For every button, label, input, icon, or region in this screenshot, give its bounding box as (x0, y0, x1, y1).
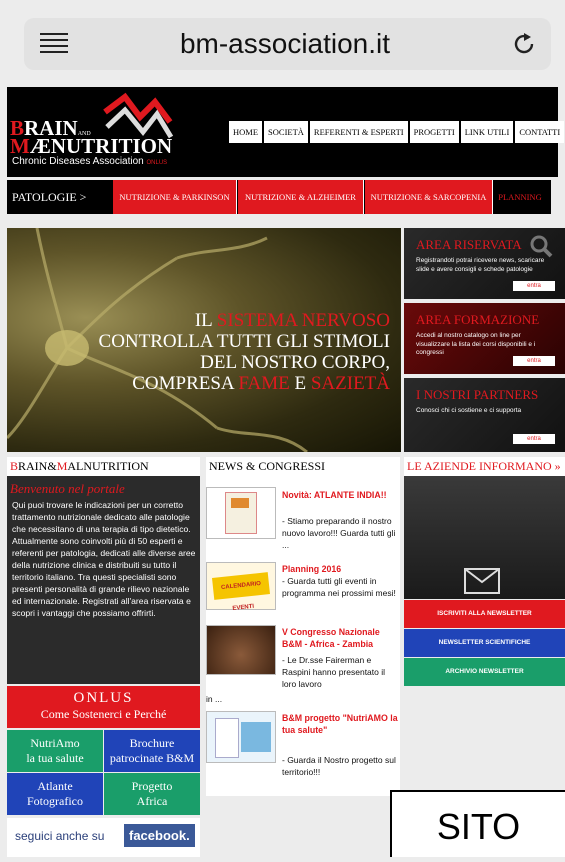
pathology-planning[interactable]: PLANNING (494, 180, 546, 214)
nav-contatti[interactable]: CONTATTI (515, 121, 565, 143)
news-title-1[interactable]: Novità: ATLANTE INDIA!! (282, 489, 400, 501)
reload-icon[interactable] (510, 30, 538, 58)
site-logo[interactable]: BRAINAND MÆNUTRITION Chronic Diseases As… (10, 90, 180, 172)
news-thumb-congresso[interactable] (206, 625, 276, 675)
main-nav: HOME SOCIETÀ REFERENTI & ESPERTI PROGETT… (229, 121, 565, 143)
nav-referenti[interactable]: REFERENTI & ESPERTI (309, 121, 408, 143)
partners-enter-button[interactable]: entra (513, 434, 555, 444)
reserved-area-title: AREA RISERVATA (416, 237, 522, 252)
partners-box[interactable]: I NOSTRI PARTNERS Conosci chi ci sostien… (404, 378, 565, 452)
scientific-newsletter-button[interactable]: NEWSLETTER SCIENTIFICHE (404, 629, 565, 657)
aziende-header[interactable]: LE AZIENDE INFORMANO » (404, 457, 565, 476)
africa-tile[interactable]: Progetto Africa (104, 773, 200, 815)
newsletter-archive-button[interactable]: ARCHIVIO NEWSLETTER (404, 658, 565, 686)
training-area-title: AREA FORMAZIONE (416, 312, 540, 327)
atlante-tile[interactable]: Atlante Fotografico (7, 773, 103, 815)
aziende-panel (404, 476, 565, 599)
sito-label: SITO (390, 790, 565, 857)
subscribe-newsletter-button[interactable]: ISCRIVITI ALLA NEWSLETTER (404, 600, 565, 628)
pathology-parkinson[interactable]: NUTRIZIONE & PARKINSON (113, 180, 237, 214)
news-title-2[interactable]: Planning 2016 (282, 563, 400, 575)
envelope-icon (464, 568, 500, 594)
facebook-follow-banner[interactable]: seguici anche su facebook. (7, 818, 200, 857)
brochure-tile[interactable]: Brochure patrocinate B&M (104, 730, 200, 772)
news-title-4[interactable]: B&M progetto "NutriAMO la tua salute" (282, 712, 400, 736)
pathology-label: PATOLOGIE > (12, 190, 87, 204)
hero-headline: IL SISTEMA NERVOSO CONTROLLA TUTTI GLI S… (98, 310, 390, 394)
nav-progetti[interactable]: PROGETTI (409, 121, 459, 143)
nav-home[interactable]: HOME (229, 121, 263, 143)
news-text-2: - Guarda tutti gli eventi in programma n… (282, 576, 396, 598)
facebook-logo: facebook. (124, 824, 195, 847)
welcome-title: Benvenuto nel portale (10, 481, 125, 496)
news-thumb-planning[interactable]: CALENDARIO EVENTI (206, 562, 276, 612)
news-text-1: - Stiamo preparando il nostro nuovo lavo… (282, 516, 396, 550)
partners-title: I NOSTRI PARTNERS (416, 387, 539, 402)
brain-malnutrition-header: BRAIN&MALNUTRITION (7, 457, 200, 476)
menu-icon[interactable] (40, 33, 68, 53)
nutriamo-tile[interactable]: NutriAmo la tua salute (7, 730, 103, 772)
training-area-box[interactable]: AREA FORMAZIONE Accedi al nostro catalog… (404, 303, 565, 374)
search-icon (530, 235, 553, 258)
nav-societa[interactable]: SOCIETÀ (264, 121, 308, 143)
onlus-banner[interactable]: ONLUS Come Sostenerci e Perché (7, 686, 200, 728)
news-thumb-atlante[interactable] (206, 487, 276, 539)
news-text-3-more: in ... (206, 694, 223, 704)
training-area-enter-button[interactable]: entra (513, 356, 555, 366)
news-text-3: - Le Dr.sse Fairerman e Raspini hanno pr… (282, 655, 386, 689)
url-text[interactable]: bm-association.it (120, 26, 450, 62)
welcome-text: Qui puoi trovare le indicazioni per un c… (12, 500, 196, 618)
news-thumb-nutriamo[interactable] (206, 711, 276, 763)
news-text-4: - Guarda il Nostro progetto sul territor… (282, 755, 396, 777)
nav-link-utili[interactable]: LINK UTILI (460, 121, 514, 143)
news-title-3[interactable]: V Congresso Nazionale B&M - Africa - Zam… (282, 626, 400, 650)
news-header: NEWS & CONGRESSI (206, 457, 400, 476)
reserved-area-box[interactable]: AREA RISERVATA Registrandoti potrai rice… (404, 228, 565, 299)
reserved-area-enter-button[interactable]: entra (513, 281, 555, 291)
pathology-sarcopenia[interactable]: NUTRIZIONE & SARCOPENIA (365, 180, 493, 214)
calendar-label: CALENDARIO EVENTI (212, 572, 270, 612)
pathology-alzheimer[interactable]: NUTRIZIONE & ALZHEIMER (238, 180, 364, 214)
